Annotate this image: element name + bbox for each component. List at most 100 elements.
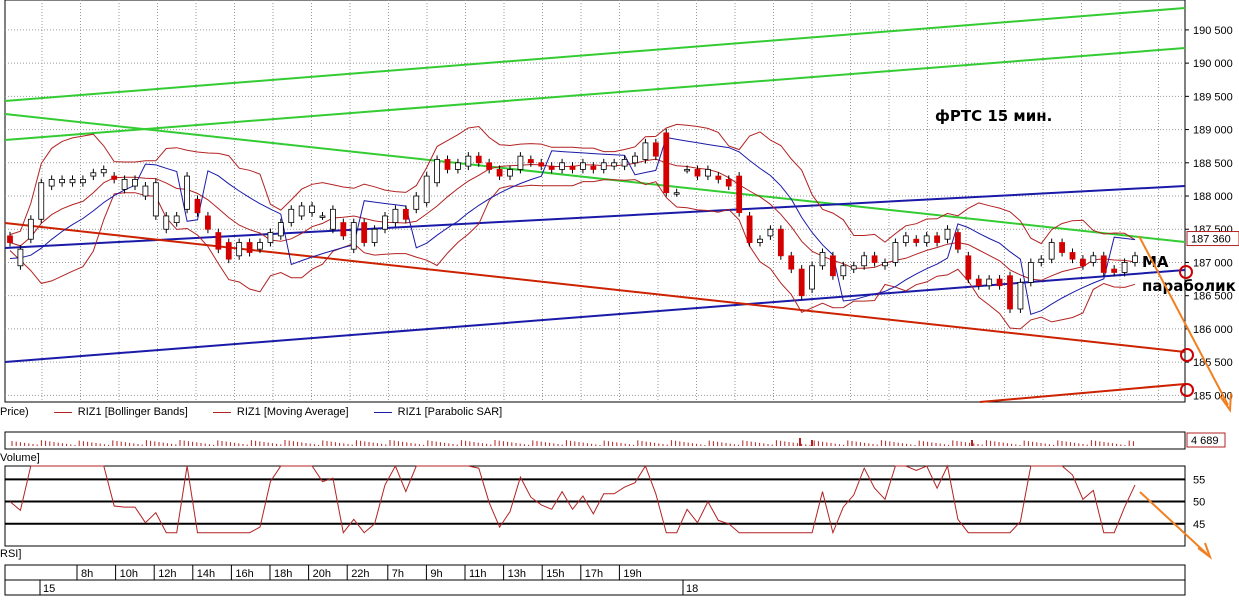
candle-up [809,265,815,290]
candle-down [590,165,597,170]
candle-up [309,205,315,214]
candle-up [517,155,524,170]
candle-down [694,169,701,177]
candle-down [934,235,940,243]
candle-down [7,235,13,243]
candle-down [361,222,368,243]
sar-annotation: параболик [1142,277,1236,295]
candle-up [392,208,399,223]
time-label: 15h [546,568,564,580]
axis-tick-label: 189 500 [1193,91,1233,103]
time-label: 13h [508,568,526,580]
candle-up [673,192,680,195]
time-label: 11h [469,568,487,580]
candle-up [611,162,618,167]
candle-up [465,155,472,167]
time-label: 8h [81,568,93,580]
candle-down [736,175,743,214]
candle-up [819,252,826,267]
candle-up [330,208,336,230]
time-label: 16h [235,568,253,580]
candle-up [17,248,24,267]
legend-item-ma: RIZ1 [Moving Average] [212,406,349,418]
candle-down [913,238,920,243]
time-label: 17h [585,568,603,580]
candle-down [496,169,503,177]
candle-up [121,179,128,190]
time-label: 20h [313,568,331,580]
time-label: 7h [392,568,404,580]
date-label: 18 [686,583,698,595]
chart-svg: 190 500 190 000 189 500 189 000 188 500 188 0… [0,0,1239,600]
candle-up [892,242,899,263]
candle-up [350,222,357,250]
rsi-tick-label: 45 [1193,519,1205,531]
candle-up [236,242,243,257]
candle-up [152,182,159,217]
candle-down [788,255,795,270]
chart-title: фРТС 15 мин. [935,107,1052,125]
axis-tick-label: 186 000 [1193,324,1233,336]
candle-up [59,179,65,184]
candle-down [965,255,972,280]
volume-panel-label: Volume] [0,452,40,464]
candle-down [1007,275,1013,310]
candle-down [1059,242,1065,253]
candle-up [642,142,649,160]
candle-up [1121,262,1128,273]
candle-up [298,205,305,217]
rsi-tick-label: 55 [1193,474,1205,486]
candle-up [600,162,607,170]
candle-up [923,235,930,243]
candle-up [944,228,951,240]
candle-up [705,169,711,177]
candle-up [80,179,86,184]
candle-up [277,222,284,237]
candle-down [111,175,118,180]
candle-down [569,165,576,170]
candle-down [444,159,451,170]
candle-up [163,215,170,230]
candle-down [1111,268,1118,273]
candle-down [205,215,211,230]
rsi-panel-label: RSI] [0,548,22,560]
candle-up [986,278,993,287]
axis-tick-label: 188 000 [1193,191,1233,203]
last-price-label: 187 360 [1191,234,1231,246]
candle-down [746,215,753,243]
candle-up [319,215,326,218]
candle-down [725,179,732,187]
candle-down [996,278,1003,287]
candle-up [902,235,909,243]
candle-up [267,232,274,243]
candle-up [371,228,378,243]
candle-down [652,142,659,157]
candle-up [1132,255,1138,263]
candle-down [475,155,482,164]
candle-down [663,132,670,194]
candle-up [257,242,263,250]
axis-tick-label: 185 000 [1193,390,1233,402]
candle-down [955,232,961,250]
axis-tick-label: 190 500 [1193,25,1233,37]
time-label: 22h [351,568,369,580]
candle-up [684,169,690,172]
candle-up [1038,258,1045,263]
rsi-tick-label: 50 [1193,497,1205,509]
candle-up [90,172,97,177]
candle-up [142,185,149,197]
legend-item-sar: RIZ1 [Parabolic SAR] [373,406,502,418]
legend-item-bollinger: RIZ1 [Bollinger Bands] [53,406,188,418]
axis-tick-label: 189 000 [1193,125,1233,137]
candle-up [413,195,420,210]
time-label: 18h [274,568,292,580]
candle-down [194,198,201,214]
time-label: 10h [120,568,138,580]
candle-up [69,179,76,184]
candle-up [132,179,138,187]
time-label: 14h [197,568,215,580]
candle-down [486,162,493,170]
candle-down [715,175,722,180]
candle-down [798,268,805,297]
candle-down [1080,258,1086,267]
